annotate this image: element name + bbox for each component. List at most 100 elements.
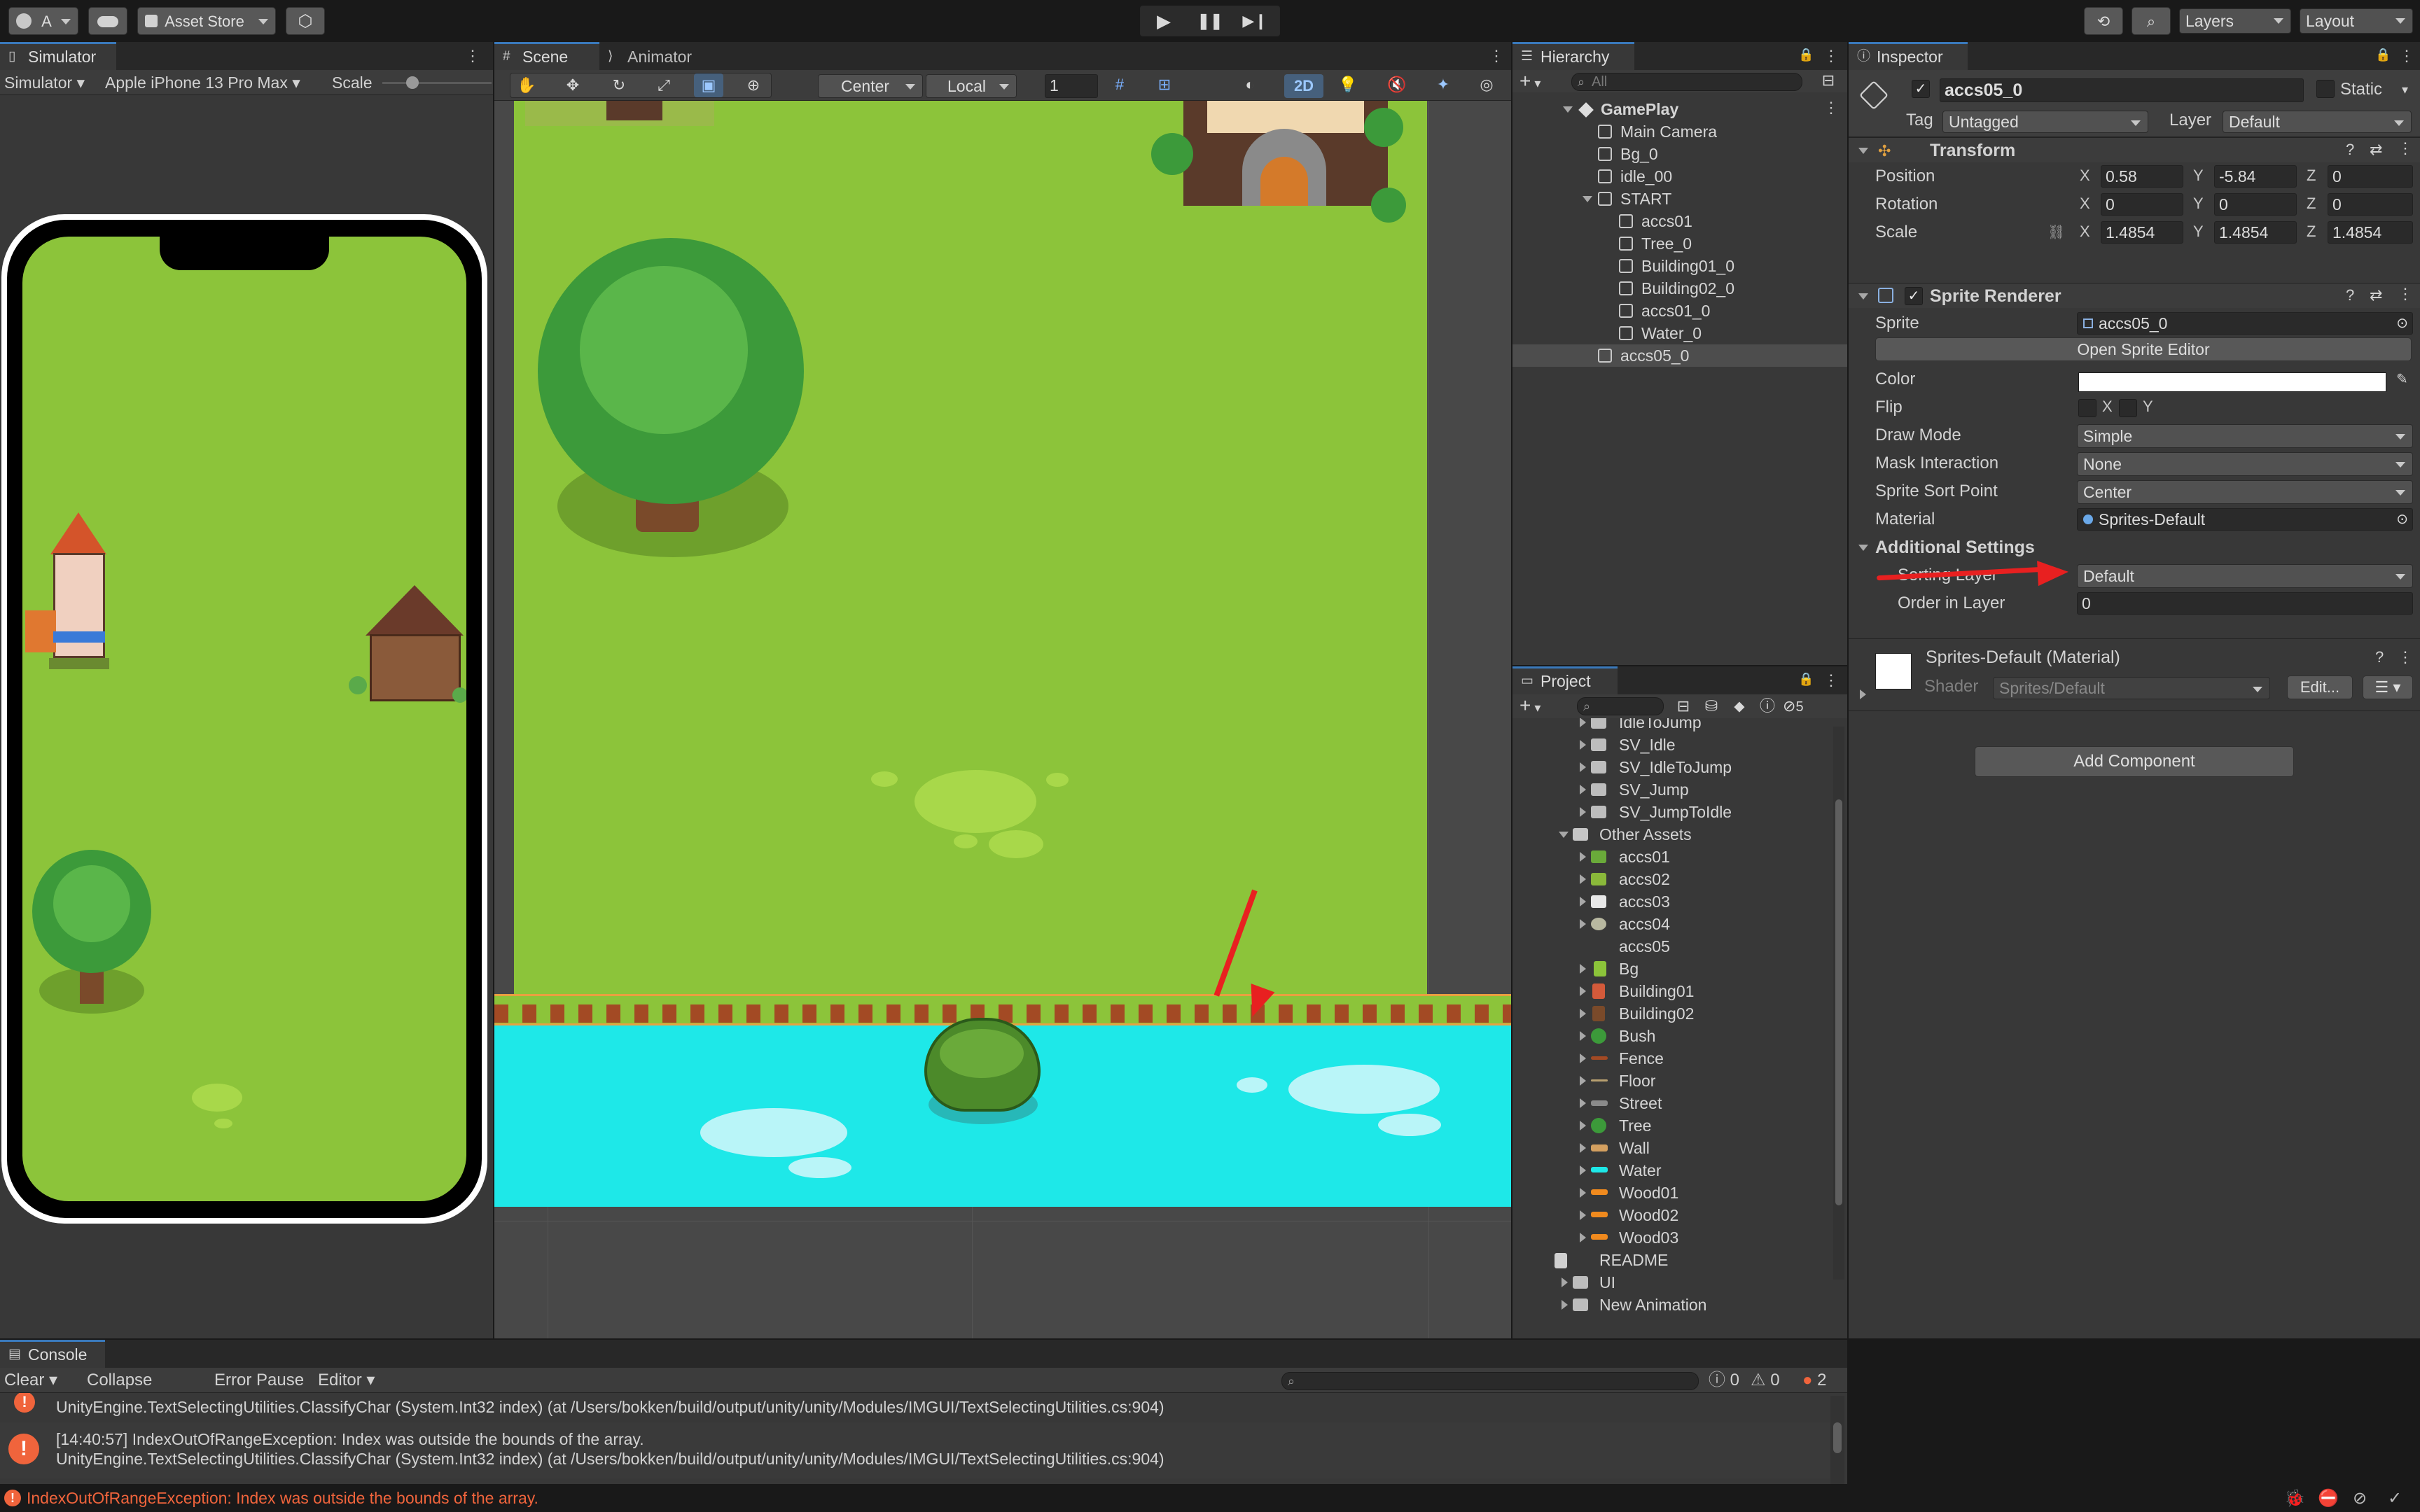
rotate-tool-icon[interactable]: ↻ [604,74,634,97]
hierarchy-item-gameplay[interactable]: GamePlay ⋮ [1512,98,1847,120]
object-name-input[interactable]: accs05_0 [1940,78,2304,102]
collab-button[interactable]: ⬡ [286,7,325,35]
audio-icon[interactable]: 🔇 [1382,73,1412,97]
layers-dropdown[interactable]: Layers [2179,8,2291,34]
more-menu-icon[interactable]: ⋮ [1823,671,1839,690]
error-count-toggle[interactable]: ● 2 [1802,1369,1827,1392]
additional-settings-foldout[interactable]: Additional Settings [1858,536,2035,559]
scale-x-field[interactable]: 1.4854 [2101,221,2183,244]
sprite-renderer-header[interactable]: ✓ Sprite Renderer ? ⇄ ⋮ [1849,283,2420,308]
flip-y-checkbox[interactable] [2119,399,2137,417]
flip-x-checkbox[interactable] [2078,399,2096,417]
tag-dropdown[interactable]: Untagged [1942,111,2148,133]
transform-header[interactable]: ✣ Transform ? ⇄ ⋮ [1849,137,2420,162]
info-icon[interactable]: ⓘ [1755,694,1780,718]
play-button[interactable]: ▶ [1149,9,1178,33]
scale-y-field[interactable]: 1.4854 [2214,221,2297,244]
component-menu-icon[interactable]: ⋮ [2398,139,2413,158]
object-picker-icon[interactable]: ⊙ [2396,509,2408,530]
pause-button[interactable]: ❚❚ [1195,9,1225,33]
scale-slider-handle[interactable] [406,76,419,89]
project-scrollbar[interactable] [1833,727,1844,1280]
shader-dropdown[interactable]: Sprites/Default [1993,677,2270,699]
hierarchy-item[interactable]: Bg_0 [1512,143,1847,165]
draw-mode-icon[interactable]: ◐ [1235,73,1265,97]
project-scrollbar-thumb[interactable] [1835,799,1842,1205]
tab-scene[interactable]: # Scene [494,42,599,70]
scene-viewport[interactable] [494,101,1511,1338]
help-icon[interactable]: ? [2375,646,2384,668]
active-checkbox[interactable]: ✓ [1912,80,1930,98]
lighting-icon[interactable]: 💡 [1333,73,1363,97]
console-scrollbar-thumb[interactable] [1833,1422,1842,1453]
rotation-x-field[interactable]: 0 [2101,193,2183,216]
step-button[interactable]: ▶❙ [1240,9,1270,33]
component-menu-icon[interactable]: ⋮ [2398,285,2413,303]
sprite-renderer-enabled-checkbox[interactable]: ✓ [1905,287,1923,305]
project-search[interactable]: ⌕ [1577,697,1664,715]
position-y-field[interactable]: -5.84 [2214,165,2297,188]
position-z-field[interactable]: 0 [2328,165,2413,188]
hierarchy-item[interactable]: Building01_0 [1512,255,1847,277]
scale-z-field[interactable]: 1.4854 [2328,221,2413,244]
hierarchy-item[interactable]: Tree_0 [1512,232,1847,255]
cloud-button[interactable] [88,7,127,35]
hierarchy-item[interactable]: Water_0 [1512,322,1847,344]
hierarchy-item[interactable]: accs01_0 [1512,300,1847,322]
mask-interaction-dropdown[interactable]: None [2077,452,2413,476]
toggle-2d-button[interactable]: 2D [1284,74,1323,98]
search-filter-icon[interactable]: ⊟ [1814,69,1843,92]
static-dropdown-icon[interactable]: ▾ [2402,78,2408,101]
progress-icon[interactable]: ⛔ [2318,1488,2339,1508]
hierarchy-search[interactable]: ⌕ All [1571,73,1802,91]
editor-dropdown[interactable]: Editor ▾ [318,1369,375,1392]
create-dropdown[interactable]: + ▾ [1520,694,1541,719]
tab-animator[interactable]: ⟩ Animator [599,42,725,70]
hierarchy-item[interactable]: START [1512,188,1847,210]
material-foldout-arrow[interactable] [1860,690,1866,699]
material-options-dropdown[interactable]: ☰ ▾ [2363,676,2413,699]
search-scope-icon[interactable]: ⊟ [1671,694,1696,718]
scale-slider[interactable] [382,76,492,89]
add-component-button[interactable]: Add Component [1975,746,2294,777]
move-tool-icon[interactable]: ✥ [558,74,587,97]
lock-icon[interactable]: 🔒 [1798,672,1814,686]
position-x-field[interactable]: 0.58 [2101,165,2183,188]
constrain-proportions-icon[interactable]: ⛓ [2047,221,2065,244]
warning-count-toggle[interactable]: ⚠ 0 [1751,1369,1780,1392]
grid-visibility-icon[interactable]: # [1105,73,1134,97]
create-dropdown[interactable]: + ▾ [1520,70,1541,94]
status-message[interactable]: IndexOutOfRangeException: Index was outs… [27,1487,538,1509]
tab-simulator[interactable]: ▯ Simulator [0,42,116,70]
rotation-y-field[interactable]: 0 [2214,193,2297,216]
order-in-layer-field[interactable]: 0 [2077,592,2413,615]
status-check-icon[interactable]: ✓ [2388,1488,2402,1508]
static-checkbox[interactable] [2316,80,2335,98]
console-scrollbar[interactable] [1830,1396,1844,1484]
open-sprite-editor-button[interactable]: Open Sprite Editor [1875,337,2412,361]
hierarchy-item[interactable]: accs01 [1512,210,1847,232]
debug-icon[interactable]: 🐞 [2284,1488,2305,1508]
simulator-mode-dropdown[interactable]: Simulator ▾ [4,71,85,94]
tab-project[interactable]: ▭ Project [1512,666,1618,694]
sprite-sort-point-dropdown[interactable]: Center [2077,480,2413,504]
account-dropdown[interactable]: A [8,7,78,35]
sprite-object-field[interactable]: accs05_0 ⊙ [2077,312,2413,335]
log-entry[interactable]: ! [14:40:57] IndexOutOfRangeException: I… [0,1422,1830,1478]
rect-tool-icon[interactable]: ▣ [694,74,723,97]
tab-hierarchy[interactable]: ☰ Hierarchy [1512,42,1634,70]
more-menu-icon[interactable]: ⋮ [1823,46,1839,66]
history-button[interactable]: ⟲ [2084,7,2123,35]
hidden-objects-icon[interactable]: ◎ [1472,73,1501,97]
device-dropdown[interactable]: Apple iPhone 13 Pro Max ▾ [105,71,300,94]
transform-tool-icon[interactable]: ⊕ [739,74,768,97]
asset-store-dropdown[interactable]: Asset Store [137,7,276,35]
more-menu-icon[interactable]: ⋮ [1489,46,1504,66]
grid-snap-input[interactable]: 1 [1045,74,1098,98]
color-swatch[interactable] [2078,372,2386,392]
tab-inspector[interactable]: ⓘ Inspector [1849,42,1968,70]
object-picker-icon[interactable]: ⊙ [2396,313,2408,334]
log-count-toggle[interactable]: ⓘ 0 [1709,1369,1739,1392]
more-menu-icon[interactable]: ⋮ [465,46,480,66]
clear-button[interactable]: Clear ▾ [4,1369,57,1392]
